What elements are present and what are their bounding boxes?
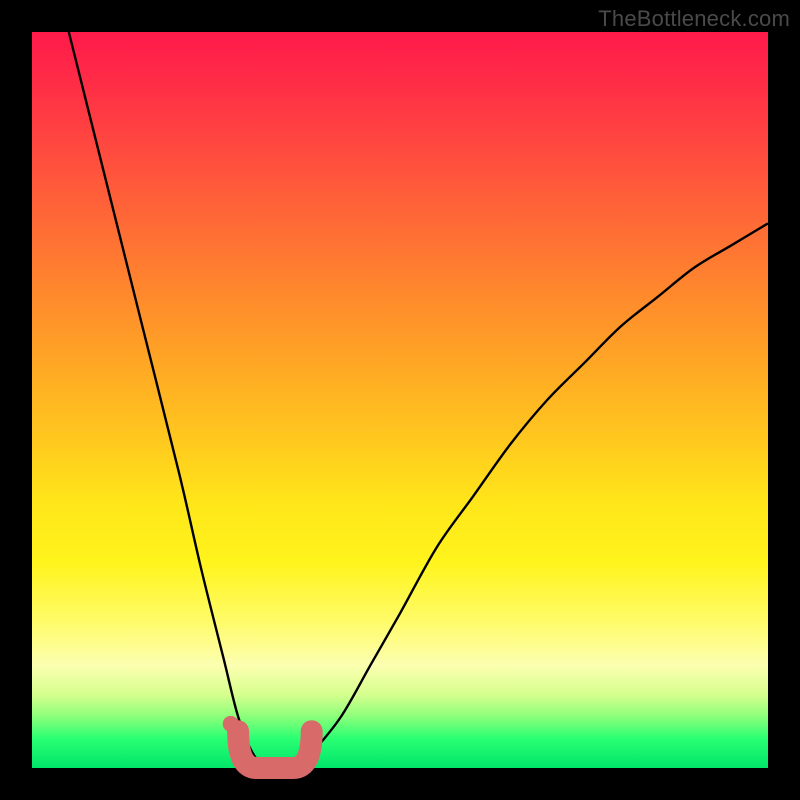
valley-highlight	[238, 731, 312, 768]
curve-layer	[32, 32, 768, 768]
chart-frame: TheBottleneck.com	[0, 0, 800, 800]
plot-area	[32, 32, 768, 768]
bottleneck-curve	[69, 32, 768, 769]
watermark-text: TheBottleneck.com	[598, 6, 790, 32]
valley-dot	[223, 716, 239, 732]
